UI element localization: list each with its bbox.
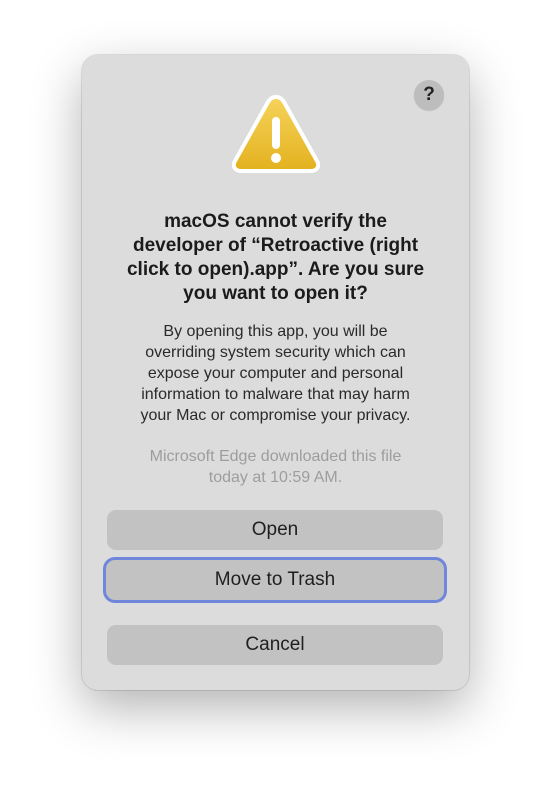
security-alert-dialog: ? macOS cannot verify the developer of “… (82, 55, 469, 690)
dialog-title: macOS cannot verify the developer of “Re… (102, 210, 449, 306)
message-line: information to malware that may harm (141, 386, 410, 403)
move-to-trash-button[interactable]: Move to Trash (103, 557, 447, 603)
title-line: macOS cannot verify the (164, 211, 387, 232)
message-line: By opening this app, you will be (163, 323, 388, 340)
open-button[interactable]: Open (107, 510, 443, 550)
title-line: click to open).app”. Are you sure (126, 259, 425, 280)
cancel-button[interactable]: Cancel (107, 625, 443, 665)
message-line: overriding system security which can (145, 344, 406, 361)
message-line: expose your computer and personal (147, 365, 404, 382)
dialog-message: By opening this app, you will be overrid… (102, 321, 449, 426)
question-mark-icon: ? (423, 84, 435, 105)
warning-triangle-icon (232, 95, 320, 173)
message-line: your Mac or compromise your privacy. (140, 407, 411, 424)
title-line: developer of “Retroactive (right (132, 235, 419, 256)
download-info-line: Microsoft Edge downloaded this file (149, 448, 402, 465)
download-info-line: today at 10:59 AM. (208, 469, 343, 486)
title-line: you want to open it? (183, 283, 368, 304)
download-info: Microsoft Edge downloaded this file toda… (102, 446, 449, 488)
help-button[interactable]: ? (414, 80, 444, 110)
